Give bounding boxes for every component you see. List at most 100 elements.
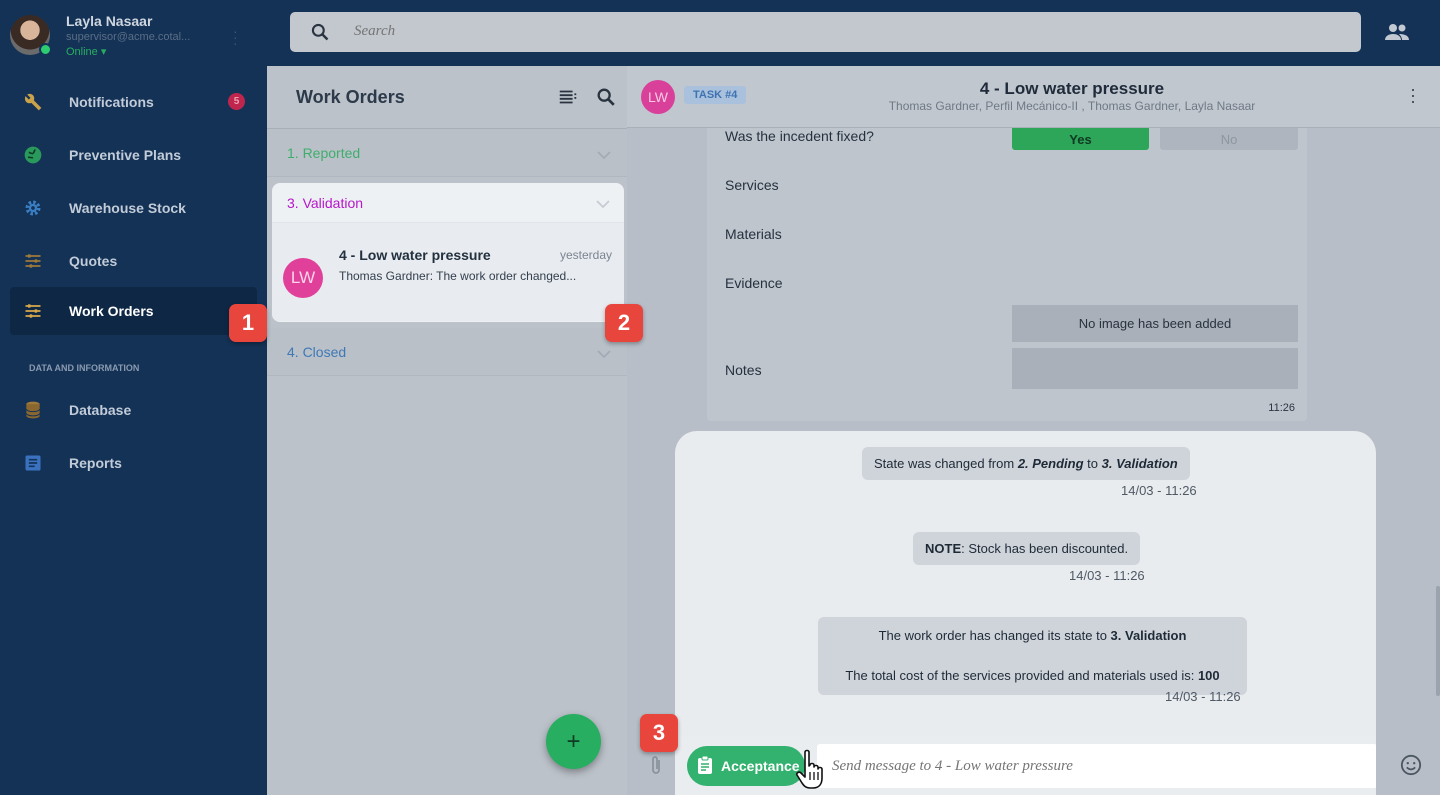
materials-label: Materials xyxy=(725,226,782,242)
online-status-dot xyxy=(39,43,52,56)
work-order-form-card: Was the incedent fixed? Yes No Services … xyxy=(707,128,1307,421)
message-emphasis: 100 xyxy=(1197,668,1220,683)
work-order-preview: Thomas Gardner: The work order changed..… xyxy=(339,269,577,283)
chat-members: Thomas Gardner, Perfil Mecánico-II , Tho… xyxy=(888,99,1256,113)
top-bar xyxy=(267,0,1440,66)
message-timestamp: 14/03 - 11:26 xyxy=(1121,483,1197,498)
user-name: Layla Nasaar xyxy=(66,13,153,29)
system-message: State was changed from 2. Pending to 3. … xyxy=(862,447,1190,480)
sidebar-item-warehouse-stock[interactable]: Warehouse Stock xyxy=(0,181,267,234)
messages-panel: State was changed from 2. Pending to 3. … xyxy=(675,431,1376,795)
evidence-label: Evidence xyxy=(725,275,783,291)
work-order-time: yesterday xyxy=(559,248,612,262)
message-emphasis: 2. Pending xyxy=(1017,456,1084,471)
user-status-dropdown[interactable]: Online ▾ xyxy=(66,45,106,58)
emoji-icon[interactable] xyxy=(1400,754,1422,781)
acceptance-label: Acceptance xyxy=(721,758,800,774)
step-marker-1: 1 xyxy=(229,304,267,342)
group-validation-header[interactable]: 3. Validation xyxy=(272,183,624,223)
chat-title: 4 - Low water pressure xyxy=(979,79,1165,98)
message-emphasis: 3. Validation xyxy=(1101,456,1178,471)
fixed-question-label: Was the incedent fixed? xyxy=(725,128,874,144)
list-header: Work Orders xyxy=(267,66,627,129)
work-order-list-panel: Work Orders 1. Reported 3. Validation LW… xyxy=(267,66,627,795)
search-icon xyxy=(310,22,330,47)
report-icon xyxy=(22,452,44,474)
message-text: State was changed from xyxy=(874,456,1018,471)
attach-icon[interactable] xyxy=(649,754,663,781)
chevron-down-icon xyxy=(596,196,610,212)
work-order-title: 4 - Low water pressure xyxy=(339,247,491,263)
acceptance-button[interactable]: Acceptance xyxy=(687,746,805,786)
sliders-icon xyxy=(22,250,44,272)
wrench-icon xyxy=(22,91,44,113)
list-search-icon[interactable] xyxy=(595,86,617,113)
sidebar-item-notifications[interactable]: Notifications 5 xyxy=(0,75,267,128)
system-message: The work order has changed its state to … xyxy=(818,617,1247,695)
message-composer: Acceptance xyxy=(675,737,1376,795)
database-icon xyxy=(22,399,44,421)
sidebar-item-work-orders[interactable]: Work Orders xyxy=(10,287,257,335)
chat-avatar[interactable]: LW xyxy=(641,80,675,114)
sidebar-nav: Notifications 5 Preventive Plans Warehou… xyxy=(0,75,267,489)
evidence-placeholder: No image has been added xyxy=(1012,305,1298,342)
globe-icon xyxy=(22,144,44,166)
clipboard-icon xyxy=(697,755,713,777)
chat-header: LW TASK #4 4 - Low water pressure Thomas… xyxy=(627,66,1440,128)
form-timestamp: 11:26 xyxy=(1268,402,1295,414)
message-timestamp: 14/03 - 11:26 xyxy=(1069,568,1145,583)
chat-scrollbar[interactable] xyxy=(1436,586,1440,696)
sidebar: Layla Nasaar supervisor@acme.cotal... On… xyxy=(0,0,267,795)
gear-icon xyxy=(22,197,44,219)
chevron-down-icon xyxy=(597,346,611,362)
message-input[interactable] xyxy=(817,744,1376,788)
sidebar-item-label: Reports xyxy=(69,454,122,471)
message-timestamp: 14/03 - 11:26 xyxy=(1165,689,1241,704)
message-text: : Stock has been discounted. xyxy=(961,541,1129,556)
notes-label: Notes xyxy=(725,362,762,378)
message-text: The total cost of the services provided … xyxy=(845,668,1198,683)
user-email: supervisor@acme.cotal... xyxy=(66,31,191,43)
user-profile[interactable]: Layla Nasaar supervisor@acme.cotal... On… xyxy=(0,0,267,66)
sidebar-item-reports[interactable]: Reports xyxy=(0,436,267,489)
contacts-icon[interactable] xyxy=(1384,20,1410,49)
message-text: The work order has changed its state to xyxy=(878,628,1111,643)
services-label: Services xyxy=(725,177,779,193)
notes-box xyxy=(1012,348,1298,389)
group-closed[interactable]: 4. Closed xyxy=(267,328,627,376)
sidebar-item-label: Notifications xyxy=(69,93,154,110)
group-reported[interactable]: 1. Reported xyxy=(267,129,627,177)
step-marker-2: 2 xyxy=(605,304,643,342)
system-message: NOTE: Stock has been discounted. xyxy=(913,532,1141,565)
hand-cursor-icon xyxy=(795,748,829,795)
list-tools xyxy=(557,86,617,113)
group-label: 4. Closed xyxy=(287,343,347,360)
app-window: Layla Nasaar supervisor@acme.cotal... On… xyxy=(0,0,1440,795)
list-title: Work Orders xyxy=(296,86,405,107)
yes-button[interactable]: Yes xyxy=(1012,128,1149,150)
no-button[interactable]: No xyxy=(1160,128,1298,150)
sidebar-item-database[interactable]: Database xyxy=(0,383,267,436)
work-order-item[interactable]: LW 4 - Low water pressure yesterday Thom… xyxy=(272,223,624,321)
sidebar-item-label: Warehouse Stock xyxy=(69,199,186,216)
profile-menu-icon[interactable]: · · · xyxy=(233,24,238,50)
sidebar-item-label: Database xyxy=(69,401,132,418)
add-work-order-button[interactable]: + xyxy=(546,714,601,769)
message-text: to xyxy=(1083,456,1102,471)
sidebar-item-label: Preventive Plans xyxy=(69,146,182,163)
group-validation[interactable]: 3. Validation LW 4 - Low water pressure … xyxy=(272,183,624,322)
sidebar-item-label: Quotes xyxy=(69,252,118,269)
more-options-icon[interactable]: · · · xyxy=(1410,80,1416,110)
group-label: 1. Reported xyxy=(287,144,361,161)
message-emphasis: NOTE xyxy=(925,541,962,556)
filter-list-icon[interactable] xyxy=(557,86,579,113)
work-order-avatar: LW xyxy=(283,258,323,298)
sidebar-item-preventive-plans[interactable]: Preventive Plans xyxy=(0,128,267,181)
section-label-data: DATA AND INFORMATION xyxy=(29,363,140,373)
search-input[interactable] xyxy=(354,23,1254,40)
search-bar[interactable] xyxy=(290,12,1361,52)
sliders-icon xyxy=(22,300,44,322)
sidebar-item-quotes[interactable]: Quotes xyxy=(0,234,267,287)
message-emphasis: 3. Validation xyxy=(1110,628,1187,643)
task-tag[interactable]: TASK #4 xyxy=(684,86,747,104)
